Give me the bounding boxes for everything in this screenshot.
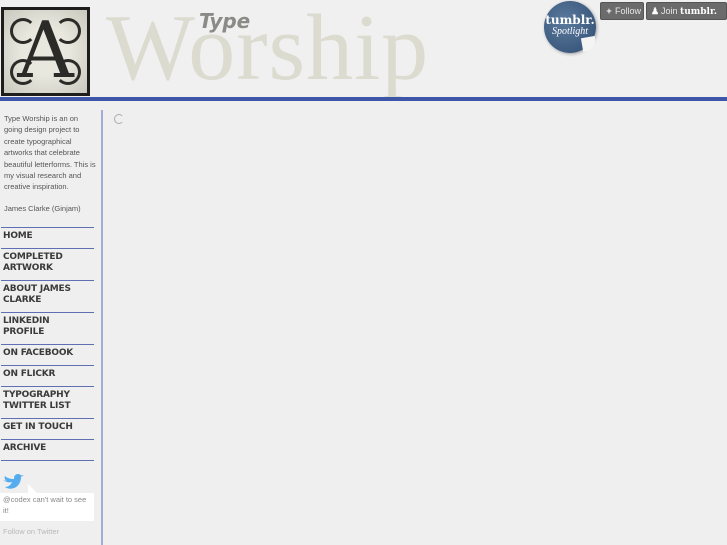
- nav-divider: [1, 460, 94, 461]
- badge-label: Spotlight: [551, 26, 589, 37]
- illuminated-letter-icon: A: [4, 10, 87, 93]
- nav-typography-twitter-list[interactable]: Typography Twitter List: [1, 386, 94, 418]
- sidebar-nav: Home Completed Artwork About James Clark…: [1, 227, 94, 461]
- user-icon: ♟: [650, 6, 660, 16]
- join-tumblr-button[interactable]: ♟ Join tumblr.: [646, 2, 727, 20]
- latest-tweet: @codex can't wait to see it!: [0, 493, 94, 521]
- header-divider: [0, 97, 727, 101]
- badge-brand: tumblr.: [545, 13, 595, 27]
- nav-linkedin-profile[interactable]: LinkedIn Profile: [1, 312, 94, 344]
- spinner-icon: [114, 114, 124, 124]
- page-curl-icon: [580, 35, 598, 53]
- site-header: A Worship Type tumblr. Spotlight + Follow…: [0, 0, 727, 100]
- tumblr-spotlight-badge[interactable]: tumblr. Spotlight: [544, 1, 598, 53]
- join-label: Join: [661, 6, 678, 16]
- nav-archive[interactable]: Archive: [1, 439, 94, 460]
- plus-icon: +: [606, 6, 612, 16]
- tumblr-brand: tumblr.: [680, 7, 718, 17]
- nav-completed-artwork[interactable]: Completed Artwork: [1, 248, 94, 280]
- sidebar-divider: [101, 110, 103, 545]
- follow-label: Follow: [615, 6, 642, 16]
- nav-home[interactable]: Home: [1, 227, 94, 248]
- nav-get-in-touch[interactable]: Get In Touch: [1, 418, 94, 439]
- logo[interactable]: A: [1, 7, 90, 96]
- twitter-bird-icon: [3, 473, 24, 489]
- site-description: Type Worship is an on going design proje…: [4, 114, 96, 192]
- author-name: James Clarke (Ginjam): [4, 204, 81, 213]
- nav-about-james-clarke[interactable]: About James Clarke: [1, 280, 94, 312]
- nav-on-facebook[interactable]: On Facebook: [1, 344, 94, 365]
- nav-on-flickr[interactable]: On Flickr: [1, 365, 94, 386]
- site-title[interactable]: Worship: [106, 0, 429, 102]
- logo-letter: A: [17, 10, 74, 93]
- site-title-prefix: Type: [199, 9, 251, 33]
- follow-on-twitter-link[interactable]: Follow on Twitter: [3, 527, 59, 536]
- follow-button[interactable]: + Follow: [600, 2, 644, 20]
